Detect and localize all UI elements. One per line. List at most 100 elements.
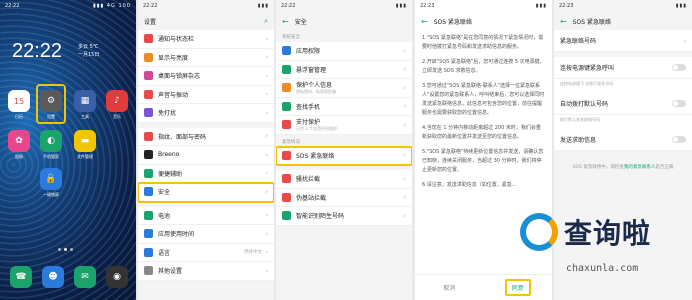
sos-emergency-item-icon — [282, 150, 291, 160]
settings-item-7[interactable]: 便捷辅助 › — [138, 164, 274, 183]
settings-item-2[interactable]: 桌面与锁屏杂志 › — [138, 67, 274, 86]
back-arrow-icon[interactable]: ← — [560, 17, 567, 26]
settings-item-3[interactable]: 声音与振动 › — [138, 85, 274, 104]
row-sublabel: 已对 2 个应用开启保护 — [296, 126, 338, 132]
terms-paragraph: 6.请注意，发送求助信息（如位置、紧急... — [422, 182, 517, 188]
settings-item-4[interactable]: 免打扰 › — [138, 104, 274, 123]
toggle-switch[interactable] — [672, 100, 686, 107]
settings-item-10-icon — [144, 229, 153, 239]
chevron-right-icon: › — [265, 229, 268, 238]
chevron-right-icon: › — [265, 90, 268, 99]
status-bar: 22:22 ▮▮▮ — [138, 0, 274, 12]
page-title: SOS 紧急联络 — [433, 18, 472, 26]
settings-item-10[interactable]: 应用使用时间 › — [138, 225, 274, 244]
app-label: 工具 — [81, 114, 89, 119]
app-label: 一键锁屏 — [43, 192, 59, 197]
row-label: 电池 — [158, 212, 171, 220]
settings-item-6[interactable]: Breeno › — [138, 146, 274, 165]
row-label: 骚扰拦截 — [296, 176, 321, 184]
camera-dock-icon[interactable]: ◉ — [106, 266, 128, 288]
settings-list: 通知与状态栏 › 显示与亮度 › 桌面与锁屏杂志 › 声音与振动 › 免打扰 › 指纹、面部与密码 ›… — [138, 30, 274, 281]
security-item-0[interactable]: 应用权限 › — [276, 42, 412, 61]
terms-paragraph: 4.当您在 1 分钟内移动距离超过 200 米时，我们会重新获取您的最新位置并发… — [422, 125, 541, 140]
lock-screen-app-icon[interactable]: 🔒 — [40, 168, 62, 190]
back-arrow-icon[interactable]: ← — [421, 17, 428, 26]
calendar-app-icon[interactable]: 15 — [8, 90, 30, 112]
messages-dock-icon[interactable]: ✉ — [74, 266, 96, 288]
row-label: 通知与状态栏 — [158, 36, 195, 44]
cancel-button[interactable]: 取消 — [415, 275, 484, 300]
back-arrow-icon[interactable]: ← — [282, 17, 289, 26]
row-label: 自动拨打默认号码 — [560, 101, 609, 108]
security-extra-item-0[interactable]: 骚扰拦截 › — [276, 170, 412, 189]
gallery-app-icon[interactable]: ✿ — [8, 130, 30, 152]
settings-item-0[interactable]: 通知与状态栏 › — [138, 30, 274, 49]
emergency-contact-link[interactable]: 我的紧急联系人 — [624, 165, 656, 170]
search-icon[interactable]: ⌕ — [264, 17, 268, 26]
row-label: 连按电源键紧急呼叫 — [560, 65, 615, 72]
chevron-right-icon: › — [265, 187, 268, 196]
terms-paragraph: 5."SOS 紧急联络"持续更新位置信息并发送，请确认您已知晓，连续关闭服务，当… — [422, 149, 544, 173]
setting-hint: 连按电源键 5 次拨打紧急号码 — [554, 79, 692, 93]
app-label: 日历 — [15, 114, 23, 119]
sos-setting-1[interactable]: 连按电源键紧急呼叫 — [554, 57, 692, 79]
chevron-right-icon: › — [403, 193, 406, 202]
security-extra-item-1-icon — [282, 192, 291, 202]
row-label: 查找手机 — [296, 103, 321, 111]
phone-dock-icon[interactable]: ☎ — [10, 266, 32, 288]
security-item-1[interactable]: 悬浮窗管理 › — [276, 60, 412, 79]
security-extra-item-0-icon — [282, 174, 291, 184]
settings-item-3-icon — [144, 89, 153, 99]
settings-item-6-icon — [144, 150, 153, 160]
status-bar: 22:22 ▮▮▮ — [276, 0, 412, 12]
sos-setting-3[interactable]: 发送求助信息 — [554, 129, 692, 151]
settings-item-11[interactable]: 语言 简体中文 › — [138, 243, 274, 262]
chevron-right-icon: › — [265, 211, 268, 220]
title-bar: 设置 ⌕ — [138, 12, 274, 30]
chevron-right-icon: › — [403, 46, 406, 55]
security-list-2: 骚扰拦截 › 伪基站拦截 › 智能识别陌生号码 › — [276, 170, 412, 226]
sos-settings-list: 紧急联络号码 › 连按电源键紧急呼叫连按电源键 5 次拨打紧急号码自动拨打默认号码拨… — [554, 30, 692, 156]
music-app-icon[interactable]: ♪ — [106, 90, 128, 112]
chevron-right-icon: › — [265, 248, 268, 257]
sos-setting-0[interactable]: 紧急联络号码 › — [554, 30, 692, 52]
row-label: 显示与亮度 — [158, 54, 189, 62]
title-bar: ← SOS 紧急联络 — [554, 12, 692, 30]
settings-item-1-icon — [144, 52, 153, 62]
toggle-switch[interactable] — [672, 64, 686, 71]
status-time: 22:22 — [281, 3, 296, 9]
row-label: 其他设置 — [158, 268, 183, 276]
page-title: 设置 — [144, 18, 157, 26]
tools-folder-icon[interactable]: ▦ — [74, 90, 96, 112]
security-list: 应用权限 › 悬浮窗管理 › 保护个人信息 隐私密码、私密保险箱 › 查找手机 › 支付保护 已对 … — [276, 42, 412, 135]
row-label: 伪基站拦截 — [296, 194, 327, 202]
agree-button[interactable]: 同意 — [484, 275, 553, 300]
settings-item-12[interactable]: 其他设置 › — [138, 262, 274, 281]
setting-hint: 拨打默认紧急联络号码 — [554, 115, 692, 129]
settings-item-1[interactable]: 显示与亮度 › — [138, 48, 274, 67]
security-item-1-icon — [282, 64, 291, 74]
security-item-4[interactable]: 支付保护 已对 2 个应用开启保护 › — [276, 116, 412, 135]
security-item-3[interactable]: 查找手机 › — [276, 97, 412, 116]
chevron-right-icon: › — [403, 83, 406, 92]
title-bar: ← SOS 紧急联络 — [415, 12, 552, 30]
sos-setting-2[interactable]: 自动拨打默认号码 — [554, 93, 692, 115]
row-label: 发送求助信息 — [560, 137, 597, 144]
settings-item-5[interactable]: 指纹、面部与密码 › — [138, 127, 274, 146]
home-screen: 22:22 ▮▮▮ 4G 100 22:22 多云 5℃ 一月15日 15 日历… — [0, 0, 136, 300]
security-extra-item-2[interactable]: 智能识别陌生号码 › — [276, 207, 412, 226]
security-item-2[interactable]: 保护个人信息 隐私密码、私密保险箱 › — [276, 79, 412, 98]
file-manager-app-icon[interactable]: ▬ — [74, 130, 96, 152]
date-text: 一月15日 — [78, 52, 100, 58]
settings-item-9[interactable]: 电池 › — [138, 206, 274, 225]
terms-paragraph: 1."SOS 紧急联络"是在您同意的情况下紧急情况时，需要时他拨打紧急号码和发送… — [422, 35, 544, 50]
settings-item-8[interactable]: 安全 › — [138, 182, 274, 203]
phone-manager-app-icon[interactable]: ◐ — [40, 130, 62, 152]
watermark-logo: 查询啦 — [520, 212, 651, 252]
page-title: SOS 紧急联络 — [572, 18, 611, 26]
security-extra-item-1[interactable]: 伪基站拦截 › — [276, 188, 412, 207]
toggle-switch[interactable] — [672, 136, 686, 143]
sos-emergency-item[interactable]: SOS 紧急联络 › — [276, 145, 412, 166]
settings-item-0-icon — [144, 34, 153, 44]
contacts-dock-icon[interactable]: ☻ — [42, 266, 64, 288]
